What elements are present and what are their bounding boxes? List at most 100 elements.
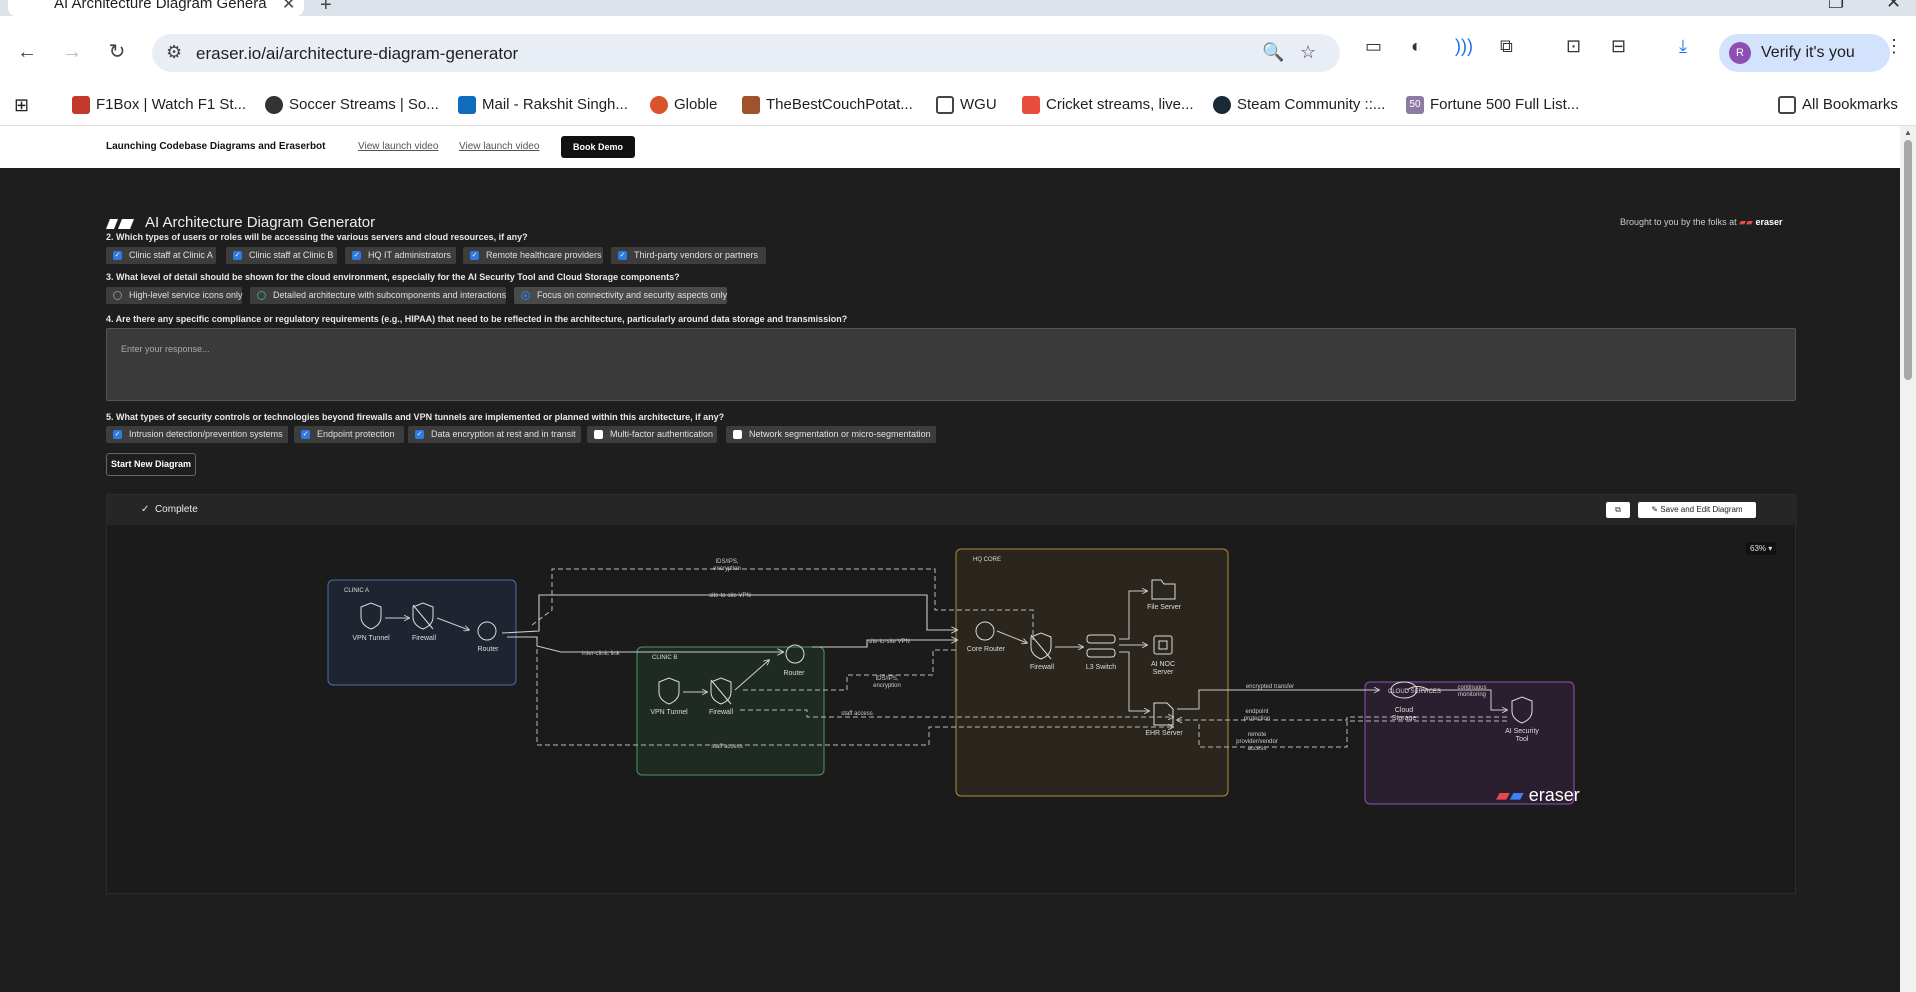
option-detailed[interactable]: Detailed architecture with subcomponents…: [250, 287, 506, 304]
option-endpoint-protection[interactable]: ✓ Endpoint protection: [294, 426, 404, 443]
group-label-clinic-b: CLINIC B: [652, 655, 677, 661]
forward-icon[interactable]: →: [60, 40, 84, 64]
restore-window-icon[interactable]: ❐: [1828, 0, 1844, 13]
profile-label: Verify it's you: [1761, 44, 1855, 61]
profile-button[interactable]: R Verify it's you: [1719, 34, 1890, 72]
checkbox-unchecked-icon: [733, 430, 742, 439]
save-label: Save and Edit Diagram: [1660, 505, 1743, 514]
start-new-diagram-button[interactable]: Start New Diagram: [106, 453, 196, 476]
bookmark-label: Globle: [674, 96, 718, 113]
zoom-icon[interactable]: 🔍: [1262, 42, 1284, 63]
edge-label-remote-1: remote: [1248, 732, 1267, 738]
all-bookmarks[interactable]: All Bookmarks: [1778, 90, 1898, 120]
audio-extension-icon[interactable]: ))): [1455, 36, 1473, 57]
watermark-text: eraser: [1528, 785, 1580, 805]
edge-label-cont-2: monitoring: [1458, 692, 1486, 698]
option-label: Data encryption at rest and in transit: [431, 429, 576, 439]
option-clinic-b[interactable]: ✓ Clinic staff at Clinic B: [226, 247, 337, 264]
node-l3-switch: L3 Switch: [1086, 664, 1116, 671]
option-label: Clinic staff at Clinic A: [129, 250, 213, 260]
option-clinic-a[interactable]: ✓ Clinic staff at Clinic A: [106, 247, 216, 264]
question-4: 4. Are there any specific compliance or …: [106, 314, 848, 324]
eraser-mark-icon: ▰: [1496, 785, 1510, 805]
back-icon[interactable]: ←: [15, 40, 39, 64]
edge-label-cont-1: continuous: [1457, 685, 1486, 691]
scroll-thumb[interactable]: [1904, 140, 1912, 380]
option-data-encryption[interactable]: ✓ Data encryption at rest and in transit: [408, 426, 581, 443]
option-mfa[interactable]: Multi-factor authentication: [587, 426, 717, 443]
eraser-mark-icon-2: ▰: [1509, 785, 1524, 805]
node-cloud-1: Cloud: [1395, 707, 1413, 714]
extension-circle-icon[interactable]: ◐: [1411, 36, 1422, 57]
option-network-segmentation[interactable]: Network segmentation or micro-segmentati…: [726, 426, 936, 443]
radio-selected-icon: [521, 291, 530, 300]
question-2: 2. Which types of users or roles will be…: [106, 232, 528, 242]
tab-close-icon[interactable]: ✕: [282, 0, 295, 14]
menu-kebab-icon[interactable]: ⋮: [1885, 36, 1903, 57]
group-hq-core[interactable]: [955, 548, 1229, 797]
bookmark-f1box[interactable]: F1Box | Watch F1 St...: [72, 90, 246, 120]
bookmark-soccer-streams[interactable]: Soccer Streams | So...: [265, 90, 439, 120]
bookmark-couch-potato[interactable]: TheBestCouchPotat...: [742, 90, 913, 120]
bookmark-steam[interactable]: Steam Community ::...: [1213, 90, 1385, 120]
tab-title: AI Architecture Diagram Genera: [54, 0, 267, 12]
option-third-party[interactable]: ✓ Third-party vendors or partners: [611, 247, 766, 264]
node-noc-line2: Server: [1153, 669, 1174, 676]
edge-label-site-vpn-top: site-to-site VPN: [709, 593, 751, 599]
new-tab-icon[interactable]: +: [320, 0, 332, 17]
copy-button[interactable]: ⧉: [1606, 502, 1630, 518]
reload-icon[interactable]: ↻: [105, 40, 129, 64]
bookmark-fortune[interactable]: 50 Fortune 500 Full List...: [1406, 90, 1579, 120]
book-demo-button[interactable]: Book Demo: [561, 136, 635, 158]
option-high-level[interactable]: High-level service icons only: [106, 287, 243, 304]
bookmark-label: Fortune 500 Full List...: [1430, 96, 1580, 113]
apps-grid-icon[interactable]: ⊞: [14, 90, 29, 120]
cast-icon[interactable]: ▭: [1365, 36, 1382, 57]
group-clinic-a[interactable]: [327, 579, 517, 686]
page-scrollbar[interactable]: ▲: [1900, 126, 1916, 992]
copy-icon: ⧉: [1615, 505, 1621, 514]
node-ai-2: Tool: [1516, 736, 1529, 743]
save-and-edit-button[interactable]: ✎ Save and Edit Diagram: [1638, 502, 1756, 518]
edge-label-staff-mid: staff access: [841, 711, 873, 717]
avatar: R: [1729, 42, 1751, 64]
checkbox-checked-icon: ✓: [470, 251, 479, 260]
address-bar[interactable]: ⚙ eraser.io/ai/architecture-diagram-gene…: [152, 34, 1340, 72]
download-icon[interactable]: ⤓: [1679, 36, 1687, 57]
tab-search-icon[interactable]: ⊟: [1611, 36, 1626, 57]
option-label: Clinic staff at Clinic B: [249, 250, 334, 260]
eraser-logo-icon: [106, 219, 134, 229]
bookmark-folder-wgu[interactable]: WGU: [936, 90, 997, 120]
browser-window: AI Architecture Diagram Genera ✕ + ❐ ✕ ←…: [0, 0, 1916, 992]
option-remote-providers[interactable]: ✓ Remote healthcare providers: [463, 247, 603, 264]
bookmark-cricket[interactable]: Cricket streams, live...: [1022, 90, 1194, 120]
node-noc-line1: AI NOC: [1151, 661, 1175, 668]
launch-video-link-1[interactable]: View launch video: [358, 141, 438, 152]
launch-video-link-2[interactable]: View launch video: [459, 141, 539, 152]
edge-label-ids-b-1: IDS/IPS,: [875, 676, 898, 682]
architecture-diagram[interactable]: CLINIC A CLINIC B HQ CORE CLOUD SERVICES…: [107, 525, 1797, 865]
announcement-banner: Launching Codebase Diagrams and Eraserbo…: [0, 126, 1900, 168]
close-window-icon[interactable]: ✕: [1886, 0, 1901, 13]
page-title: AI Architecture Diagram Generator: [145, 214, 376, 231]
browser-toolbar: ← → ↻ ⚙ eraser.io/ai/architecture-diagra…: [0, 16, 1916, 92]
response-textarea[interactable]: Enter your response...: [106, 328, 1796, 401]
scroll-up-icon[interactable]: ▲: [1904, 128, 1912, 137]
bookmark-label: Steam Community ::...: [1237, 96, 1386, 113]
bookmark-globle[interactable]: Globle: [650, 90, 717, 120]
extensions-puzzle-icon[interactable]: ⧉: [1500, 36, 1513, 57]
status-complete: ✓ Complete: [141, 504, 198, 515]
screenshot-icon[interactable]: ⊡: [1566, 36, 1581, 57]
site-info-icon[interactable]: ⚙: [166, 42, 182, 63]
eraser-watermark: ▰▰ eraser: [1496, 785, 1580, 806]
option-label: Detailed architecture with subcomponents…: [273, 290, 507, 300]
brought-by[interactable]: Brought to you by the folks at ▰▰ eraser: [1620, 217, 1782, 228]
active-tab[interactable]: AI Architecture Diagram Genera ✕: [8, 0, 304, 16]
edge-label-encrypted-transfer: encrypted transfer: [1246, 684, 1294, 690]
edge-label-ids-2: encryption: [713, 566, 741, 572]
bookmark-star-icon[interactable]: ☆: [1300, 42, 1316, 63]
option-connectivity-security[interactable]: Focus on connectivity and security aspec…: [514, 287, 727, 304]
option-ids-ips[interactable]: ✓ Intrusion detection/prevention systems: [106, 426, 288, 443]
option-hq-it[interactable]: ✓ HQ IT administrators: [345, 247, 456, 264]
bookmark-mail[interactable]: Mail - Rakshit Singh...: [458, 90, 628, 120]
